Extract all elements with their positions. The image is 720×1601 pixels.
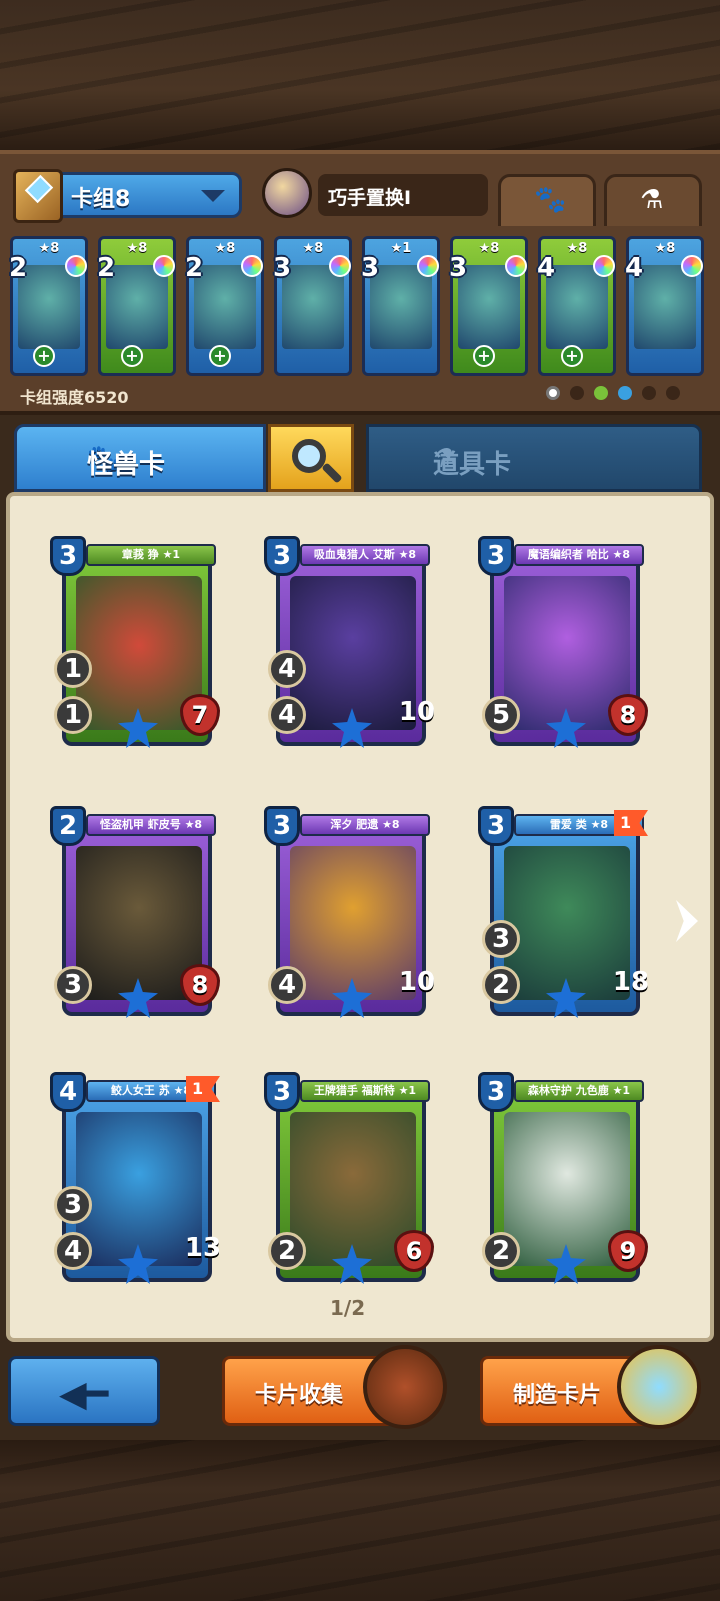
search-button[interactable] [268,424,354,492]
bottom-wood-border [0,1440,720,1601]
tab-item-cards[interactable]: ⚗ 道具卡 [366,424,702,492]
monster-card[interactable]: 鲛人女王 苏 ★8 4 1 3 4 13 [50,1072,221,1298]
rarity-gem-icon [505,255,527,277]
card-collection-label: 卡片收集 [255,1383,344,1408]
rarity-gem-icon [153,255,175,277]
monster-card[interactable]: 王牌猎手 福斯特 ★1 3 2 6 [264,1072,434,1298]
deck-book-icon [13,169,63,223]
all-filter-icon[interactable] [546,386,560,400]
card-pack-icon [363,1345,447,1429]
ability-plus-icon: + [473,345,495,367]
deck-card-row: ★8 2 + ★8 2 + ★8 2 + ★8 3 ★1 3 ★8 3 + ★8 4 + ★8 4 [9,236,710,376]
tab-item-label: 道具卡 [433,450,512,480]
rarity-gem-icon [241,255,263,277]
swap-skill-label: 巧手置换I [328,187,412,209]
potion-icon: ⚗ [640,185,664,215]
deck-card[interactable]: ★8 2 + [185,236,264,376]
page-indicator: 1/2 [330,1296,366,1320]
chevron-down-icon [201,190,225,202]
rarity-gem-icon [329,255,351,277]
rarity-gem-icon [417,255,439,277]
top-wood-border [0,0,720,150]
monster-card[interactable]: 吸血鬼猎人 艾斯 ★8 3 4 4 10 [264,536,435,762]
deck-card[interactable]: ★8 3 + [449,236,528,376]
deck-card[interactable]: ★8 4 [625,236,704,376]
nature-filter-icon[interactable] [594,386,608,400]
monster-card[interactable]: 魔语编织者 哈比 ★8 3 5 8 [478,536,648,762]
tab-item-deck[interactable]: ⚗ [604,174,702,226]
dark-filter-icon[interactable] [666,386,680,400]
deck-panel: 卡组8 巧手置换I 🐾 ⚗ ★8 2 + ★8 2 + ★8 2 + ★8 3 ★1 3 ★8 3… [0,150,720,415]
tab-monster-deck[interactable]: 🐾 [498,174,596,226]
ability-plus-icon: + [209,345,231,367]
monster-card[interactable]: 章莪 狰 ★1 3 1 1 7 [50,536,220,762]
rarity-gem-icon [681,255,703,277]
deck-card[interactable]: ★1 3 [361,236,440,376]
water-filter-icon[interactable] [618,386,632,400]
ability-plus-icon: + [33,345,55,367]
potion-jar-icon [617,1345,701,1429]
deck-name: 卡组8 [71,187,131,212]
swap-skill-avatar[interactable] [262,168,312,218]
fire-filter-icon[interactable] [570,386,584,400]
tab-monster-cards[interactable]: 🐾 怪兽卡 [14,424,266,492]
deck-strength: 卡组强度6520 [20,388,129,407]
deck-card[interactable]: ★8 2 + [97,236,176,376]
paw-icon: 🐾 [534,185,567,215]
deck-card[interactable]: ★8 2 + [9,236,88,376]
search-icon [292,439,326,473]
wind-filter-icon[interactable] [642,386,656,400]
back-arrow-icon: ◀━ [59,1374,109,1415]
tab-monster-label: 怪兽卡 [87,450,166,480]
back-button[interactable]: ◀━ [8,1356,160,1426]
craft-card-button[interactable]: 制造卡片 [480,1345,701,1429]
card-book: 章莪 狰 ★1 3 1 1 7 吸血鬼猎人 艾斯 ★8 3 4 4 10 魔语编… [6,492,714,1342]
rarity-gem-icon [593,255,615,277]
craft-card-label: 制造卡片 [513,1383,602,1408]
monster-card[interactable]: 森林守护 九色鹿 ★1 3 2 9 [478,1072,648,1298]
deck-selector[interactable]: 卡组8 [13,169,242,223]
ability-plus-icon: + [561,345,583,367]
ability-plus-icon: + [121,345,143,367]
monster-card[interactable]: 怪盗机甲 虾皮号 ★8 2 3 8 [50,806,220,1032]
monster-card[interactable]: 浑夕 肥遗 ★8 3 4 10 [264,806,435,1032]
deck-card[interactable]: ★8 3 [273,236,352,376]
deck-card[interactable]: ★8 4 + [537,236,616,376]
rarity-gem-icon [65,255,87,277]
swap-skill-box[interactable]: 巧手置换I [318,174,488,216]
card-grid: 章莪 狰 ★1 3 1 1 7 吸血鬼猎人 艾斯 ★8 3 4 4 10 魔语编… [50,536,670,1296]
card-collection-button[interactable]: 卡片收集 [222,1345,447,1429]
monster-card[interactable]: 雷爱 类 ★8 3 1 3 2 18 [478,806,649,1032]
element-filter [546,386,686,402]
